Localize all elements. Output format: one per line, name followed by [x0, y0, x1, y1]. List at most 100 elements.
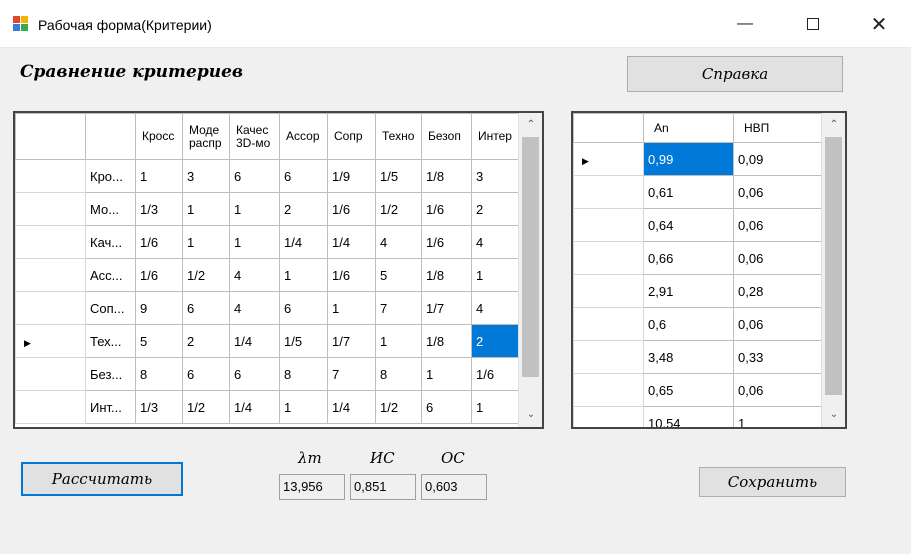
table-row[interactable]: 0,65 0,06	[573, 373, 822, 407]
column-header[interactable]: An	[643, 113, 734, 143]
matrix-cell[interactable]: 1/2	[182, 390, 230, 424]
matrix-cell[interactable]: 4	[375, 225, 422, 259]
scroll-up-icon[interactable]: ⌃	[822, 115, 845, 135]
weight-cell[interactable]: 0,66	[643, 241, 734, 275]
table-row[interactable]: Мо... 1/3 1 1 2 1/6 1/2 1/6 2	[15, 192, 520, 226]
table-row[interactable]: 2,91 0,28	[573, 274, 822, 308]
column-header[interactable]: НВП	[733, 113, 822, 143]
row-header[interactable]	[15, 192, 86, 226]
maximize-button[interactable]	[790, 0, 836, 48]
matrix-cell[interactable]: 6	[279, 159, 328, 193]
row-header[interactable]	[573, 175, 644, 209]
is-field[interactable]: 0,851	[350, 474, 416, 500]
matrix-cell[interactable]: 1/6	[135, 225, 183, 259]
matrix-cell[interactable]: 4	[229, 258, 280, 292]
table-row[interactable]: Без... 8 6 6 8 7 8 1 1/6	[15, 357, 520, 391]
weight-cell[interactable]: 0,65	[643, 373, 734, 407]
weights-scrollbar[interactable]: ⌃ ⌄	[821, 113, 845, 427]
column-header[interactable]: Техно	[375, 113, 422, 160]
weight-cell[interactable]: 0,61	[643, 175, 734, 209]
matrix-cell[interactable]: 1	[135, 159, 183, 193]
matrix-cell[interactable]: 4	[471, 291, 520, 325]
weight-cell[interactable]: 0,06	[733, 175, 822, 209]
row-header[interactable]	[573, 307, 644, 341]
weight-cell[interactable]: 0,09	[733, 142, 822, 176]
matrix-cell[interactable]: 1/7	[327, 324, 376, 358]
matrix-cell[interactable]: 6	[229, 357, 280, 391]
matrix-cell[interactable]: 1	[421, 357, 472, 391]
row-header[interactable]	[573, 340, 644, 374]
table-row[interactable]: ▶ Тех... 5 2 1/4 1/5 1/7 1 1/8 2	[15, 324, 520, 358]
comparison-matrix-grid[interactable]: Кросс Моде распр Качес 3D-мо Ассор Сопр Техно…	[13, 111, 544, 429]
matrix-cell[interactable]: 1/7	[421, 291, 472, 325]
table-row[interactable]: Соп... 9 6 4 6 1 7 1/7 4	[15, 291, 520, 325]
weight-cell[interactable]: 2,91	[643, 274, 734, 308]
matrix-cell[interactable]: 1	[279, 258, 328, 292]
row-header[interactable]	[573, 274, 644, 308]
matrix-cell[interactable]: 1/5	[279, 324, 328, 358]
weight-cell[interactable]: 10,54	[643, 406, 734, 427]
row-name-cell[interactable]: Без...	[85, 357, 136, 391]
table-row[interactable]: 10,54 1	[573, 406, 822, 427]
matrix-cell[interactable]: 2	[471, 192, 520, 226]
matrix-cell[interactable]: 5	[135, 324, 183, 358]
weights-grid[interactable]: An НВП ▶ 0,99 0,09 0,61 0,06 0,64 0,06 0,66 0,06 2,…	[571, 111, 847, 429]
matrix-cell[interactable]: 1/6	[471, 357, 520, 391]
table-row[interactable]: 0,61 0,06	[573, 175, 822, 209]
table-row[interactable]: Асс... 1/6 1/2 4 1 1/6 5 1/8 1	[15, 258, 520, 292]
table-row[interactable]: Кро... 1 3 6 6 1/9 1/5 1/8 3	[15, 159, 520, 193]
table-row[interactable]: Инт... 1/3 1/2 1/4 1 1/4 1/2 6 1	[15, 390, 520, 424]
column-header[interactable]: Сопр	[327, 113, 376, 160]
matrix-cell[interactable]: 6	[182, 291, 230, 325]
row-header[interactable]	[15, 159, 86, 193]
matrix-cell[interactable]: 8	[375, 357, 422, 391]
minimize-button[interactable]: —	[722, 0, 768, 48]
row-header[interactable]	[573, 406, 644, 427]
weight-cell[interactable]: 0,64	[643, 208, 734, 242]
row-header[interactable]	[15, 357, 86, 391]
matrix-cell[interactable]: 6	[421, 390, 472, 424]
column-header[interactable]: Моде распр	[182, 113, 230, 160]
column-header[interactable]: Качес 3D-мо	[229, 113, 280, 160]
matrix-cell[interactable]: 1/8	[421, 159, 472, 193]
weight-cell[interactable]: 0,28	[733, 274, 822, 308]
row-name-cell[interactable]: Соп...	[85, 291, 136, 325]
matrix-cell[interactable]: 1/4	[327, 390, 376, 424]
matrix-cell[interactable]: 4	[229, 291, 280, 325]
save-button[interactable]: Сохранить	[699, 467, 846, 497]
row-name-cell[interactable]: Асс...	[85, 258, 136, 292]
matrix-cell[interactable]: 4	[471, 225, 520, 259]
matrix-cell[interactable]: 1	[229, 225, 280, 259]
os-field[interactable]: 0,603	[421, 474, 487, 500]
row-header[interactable]	[15, 258, 86, 292]
matrix-cell[interactable]: 2	[279, 192, 328, 226]
matrix-cell[interactable]: 1	[279, 390, 328, 424]
row-header[interactable]	[573, 373, 644, 407]
scroll-up-icon[interactable]: ⌃	[519, 115, 542, 135]
matrix-cell[interactable]: 1/4	[229, 390, 280, 424]
row-header[interactable]	[15, 390, 86, 424]
matrix-cell[interactable]: 1	[229, 192, 280, 226]
matrix-cell[interactable]: 1/4	[327, 225, 376, 259]
matrix-cell[interactable]: 1	[182, 192, 230, 226]
matrix-cell[interactable]: 1	[327, 291, 376, 325]
weight-cell[interactable]: 0,06	[733, 241, 822, 275]
matrix-cell[interactable]: 6	[279, 291, 328, 325]
weight-cell[interactable]: 0,06	[733, 307, 822, 341]
column-header[interactable]: Ассор	[279, 113, 328, 160]
matrix-cell[interactable]: 9	[135, 291, 183, 325]
matrix-cell[interactable]: 3	[471, 159, 520, 193]
calculate-button[interactable]: Рассчитать	[21, 462, 183, 496]
lambda-field[interactable]: 13,956	[279, 474, 345, 500]
matrix-cell[interactable]: 6	[182, 357, 230, 391]
matrix-cell[interactable]: 1/9	[327, 159, 376, 193]
row-name-cell[interactable]: Кро...	[85, 159, 136, 193]
row-header[interactable]: ▶	[15, 324, 86, 358]
row-name-cell[interactable]: Кач...	[85, 225, 136, 259]
matrix-cell[interactable]: 1/5	[375, 159, 422, 193]
matrix-cell[interactable]: 1/6	[421, 192, 472, 226]
matrix-cell[interactable]: 1/4	[279, 225, 328, 259]
matrix-cell[interactable]: 1/8	[421, 258, 472, 292]
row-header[interactable]	[15, 225, 86, 259]
matrix-cell[interactable]: 7	[327, 357, 376, 391]
